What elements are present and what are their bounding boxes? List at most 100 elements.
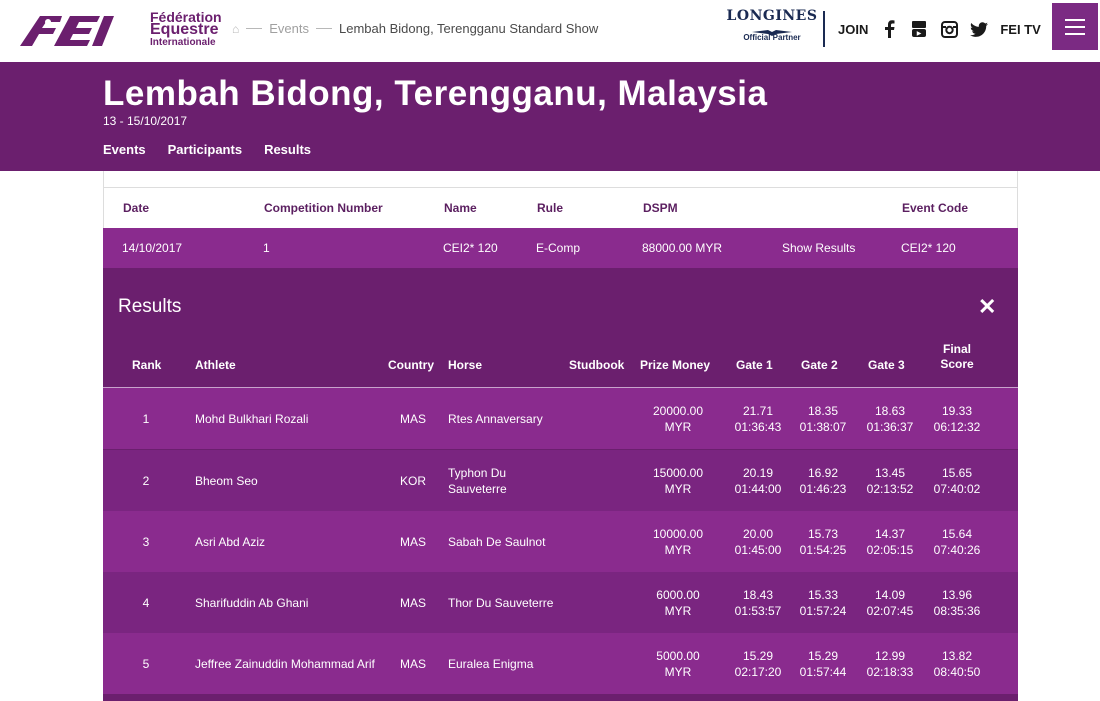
col-studbook: Studbook — [569, 358, 625, 372]
tab-events[interactable]: Events — [103, 142, 146, 157]
result-gate-2: 15.33 01:57:24 — [792, 572, 854, 633]
col-gate-2: Gate 2 — [801, 358, 838, 372]
result-prize-money-primary: 6000.00 — [656, 587, 700, 602]
col-dspm: DSPM — [643, 201, 678, 215]
longines-logo[interactable]: LONGINES Official Partner — [726, 8, 818, 42]
result-athlete: Jeffree Zainuddin Mohammad Arif — [195, 633, 385, 694]
result-final-score-value: 13.96 08:35:36 — [934, 587, 981, 619]
result-final-score: 15.65 07:40:02 — [925, 450, 989, 511]
tab-participants[interactable]: Participants — [168, 142, 242, 157]
youtube-icon[interactable]: ▶ — [910, 20, 928, 38]
result-row[interactable]: 1 Mohd Bulkhari Rozali MAS Rtes Annaversary… — [103, 388, 1018, 449]
home-icon[interactable]: ⌂ — [232, 22, 239, 36]
result-country-value: MAS — [399, 595, 426, 610]
competition-number: 1 — [263, 241, 270, 255]
result-prize-money-value: 5000.00 MYR — [656, 648, 699, 680]
result-gate-2-secondary: 01:54:25 — [799, 542, 847, 557]
result-row[interactable]: 3 Asri Abd Aziz MAS Sabah De Saulnot 10000.0… — [103, 511, 1018, 572]
result-studbook — [569, 633, 629, 694]
result-studbook — [569, 388, 629, 449]
show-results-link[interactable]: Show Results — [782, 241, 855, 255]
menu-bar — [1065, 18, 1085, 21]
result-final-score-value: 19.33 06:12:32 — [934, 403, 981, 435]
top-bar: Fédération Equestre Internationale ⌂ Eve… — [0, 0, 1100, 62]
result-gate-2-value: 15.33 01:57:24 — [800, 587, 847, 619]
table-spacer — [103, 171, 1018, 187]
event-header: Lembah Bidong, Terengganu, Malaysia 13 -… — [0, 62, 1100, 171]
competition-row[interactable]: 14/10/2017 1 CEI2* 120 E-Comp 88000.00 M… — [103, 228, 1018, 276]
result-prize-money-value: 20000.00 MYR — [653, 403, 703, 435]
result-horse: Rtes Annaversary — [448, 388, 558, 449]
competition-event-code: CEI2* 120 — [901, 241, 956, 255]
instagram-icon[interactable] — [940, 20, 958, 38]
result-gate-3-value: 12.99 02:18:33 — [867, 648, 914, 680]
hamburger-menu-button[interactable] — [1052, 3, 1098, 50]
result-final-score-primary: 15.64 — [941, 526, 973, 541]
result-prize-money: 6000.00 MYR — [633, 572, 723, 633]
result-country: KOR — [393, 450, 433, 511]
result-gate-2-primary: 15.33 — [807, 587, 839, 602]
col-event-code: Event Code — [902, 201, 969, 215]
col-country: Country — [388, 358, 434, 372]
result-gate-1-secondary: 01:53:57 — [734, 603, 782, 618]
result-prize-money-primary: 20000.00 — [652, 403, 704, 418]
result-country-value: MAS — [399, 534, 426, 549]
competition-rule: E-Comp — [536, 241, 581, 255]
result-final-score: 15.64 07:40:26 — [925, 511, 989, 572]
twitter-icon[interactable] — [970, 20, 989, 38]
result-rank: 3 — [103, 511, 189, 572]
join-link[interactable]: JOIN — [838, 22, 868, 37]
col-gate-3: Gate 3 — [868, 358, 905, 372]
result-gate-2: 16.92 01:46:23 — [792, 450, 854, 511]
breadcrumb-events-link[interactable]: Events — [269, 21, 309, 36]
result-gate-2-secondary: 01:38:07 — [799, 419, 847, 434]
result-final-score-secondary: 07:40:26 — [933, 542, 981, 557]
result-prize-money-primary: 15000.00 — [652, 465, 704, 480]
result-athlete-value: Asri Abd Aziz — [195, 534, 266, 549]
close-icon[interactable]: ✕ — [978, 294, 996, 320]
result-final-score-primary: 13.96 — [941, 587, 973, 602]
result-gate-1-secondary: 01:36:43 — [734, 419, 782, 434]
result-rank-value: 3 — [142, 534, 150, 549]
result-horse: Sabah De Saulnot — [448, 511, 558, 572]
facebook-icon[interactable] — [880, 20, 898, 38]
result-final-score-primary: 15.65 — [941, 465, 973, 480]
result-final-score: 13.96 08:35:36 — [925, 572, 989, 633]
results-panel: Results ✕ Rank Athlete Country Horse Stu… — [103, 268, 1018, 701]
result-horse-value: Euralea Enigma — [448, 656, 534, 671]
col-competition-number: Competition Number — [264, 201, 383, 215]
fei-logo[interactable] — [18, 10, 136, 50]
result-gate-1-primary: 15.29 — [742, 648, 774, 663]
result-gate-3: 13.45 02:13:52 — [859, 450, 921, 511]
result-row[interactable]: 5 Jeffree Zainuddin Mohammad Arif MAS Eural… — [103, 633, 1018, 694]
menu-bar — [1065, 25, 1085, 28]
result-gate-2: 15.29 01:57:44 — [792, 633, 854, 694]
result-gate-1-primary: 20.00 — [742, 526, 774, 541]
col-final-score: Final Score — [939, 342, 975, 372]
menu-bar — [1065, 32, 1085, 35]
result-prize-money: 5000.00 MYR — [633, 633, 723, 694]
divider — [823, 11, 825, 47]
event-title: Lembah Bidong, Terengganu, Malaysia — [103, 74, 768, 113]
col-name: Name — [444, 201, 477, 215]
result-gate-2-value: 15.73 01:54:25 — [800, 526, 847, 558]
result-prize-money-value: 6000.00 MYR — [656, 587, 699, 619]
result-country: MAS — [393, 388, 433, 449]
result-prize-money-secondary: MYR — [664, 419, 692, 434]
result-prize-money-primary: 10000.00 — [652, 526, 704, 541]
result-horse-value: Typhon Du Sauveterre — [448, 465, 507, 496]
fei-tv-link[interactable]: FEI TV — [1000, 22, 1040, 37]
result-row[interactable]: 4 Sharifuddin Ab Ghani MAS Thor Du Sauveter… — [103, 572, 1018, 633]
result-row[interactable]: 2 Bheom Seo KOR Typhon Du Sauveterre 15000.0… — [103, 450, 1018, 511]
result-prize-money: 15000.00 MYR — [633, 450, 723, 511]
col-score-label: Score — [940, 357, 974, 371]
result-rank: 2 — [103, 450, 189, 511]
tab-results[interactable]: Results — [264, 142, 311, 157]
result-gate-3-secondary: 01:36:37 — [866, 419, 914, 434]
event-dates: 13 - 15/10/2017 — [103, 114, 188, 128]
result-prize-money-secondary: MYR — [664, 603, 692, 618]
result-horse: Euralea Enigma — [448, 633, 558, 694]
result-gate-3-value: 18.63 01:36:37 — [867, 403, 914, 435]
col-rule: Rule — [537, 201, 564, 215]
result-athlete-value: Mohd Bulkhari Rozali — [195, 411, 309, 426]
